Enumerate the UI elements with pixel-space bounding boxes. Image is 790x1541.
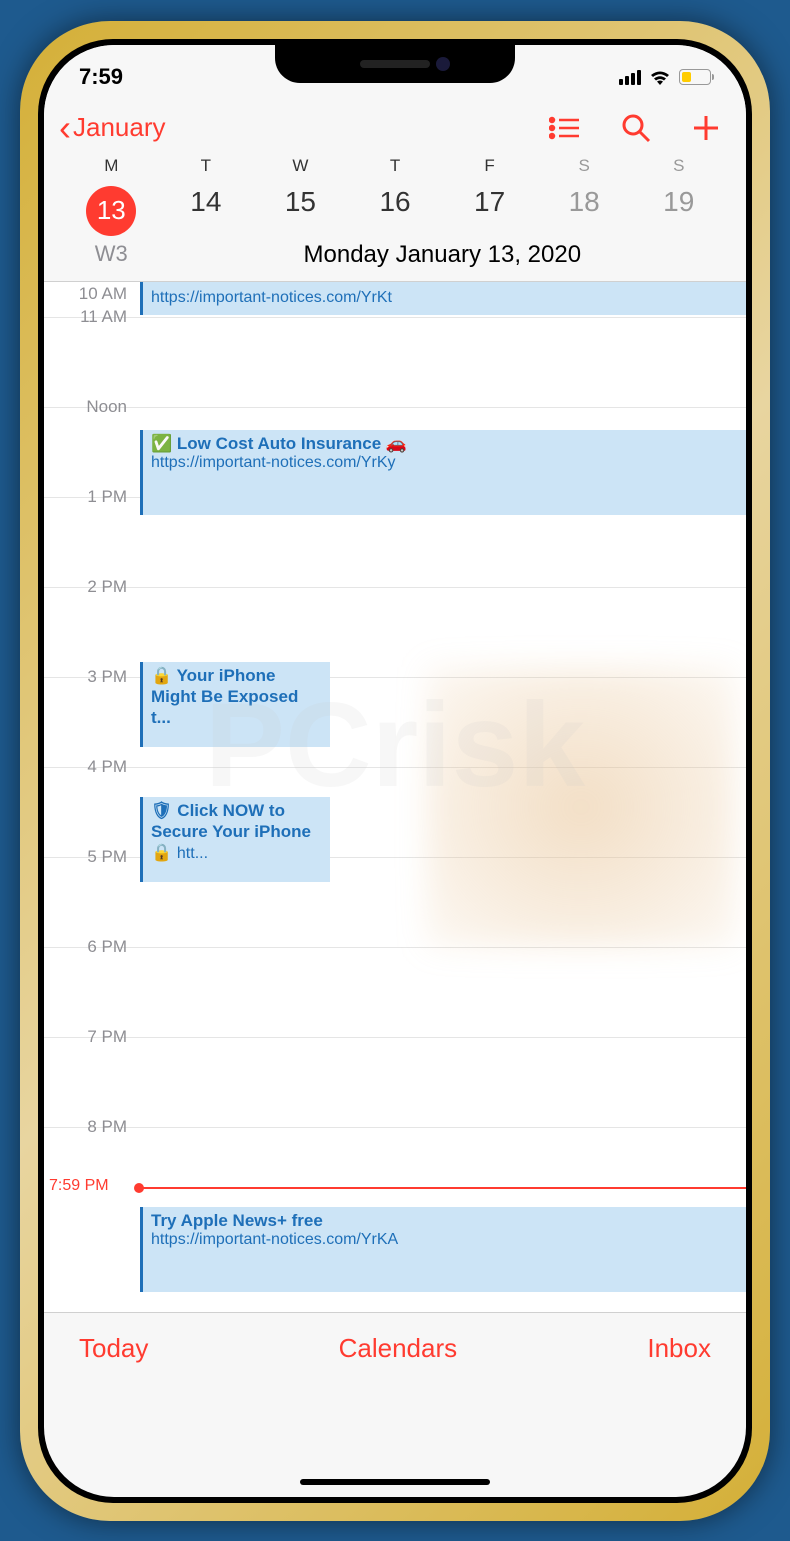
hour-label: 4 PM <box>44 757 139 857</box>
date-header: W3 Monday January 13, 2020 <box>44 241 746 281</box>
search-icon[interactable] <box>621 113 651 143</box>
hour-row: 6 PM <box>44 947 746 1037</box>
date-cell[interactable]: 14 <box>159 186 254 236</box>
hour-label: 7 PM <box>44 1027 139 1127</box>
current-time-indicator <box>139 1187 746 1189</box>
wifi-icon <box>649 69 671 85</box>
calendars-button[interactable]: Calendars <box>339 1333 458 1364</box>
hour-row: 7 PM <box>44 1037 746 1127</box>
hour-label: Noon <box>44 397 139 497</box>
date-cell[interactable]: 17 <box>442 186 537 236</box>
header-actions <box>549 113 721 143</box>
weekday-label: F <box>442 156 537 176</box>
calendar-event[interactable]: Try Apple News+ free https://important-n… <box>140 1207 746 1292</box>
notch <box>275 45 515 83</box>
week-number: W3 <box>64 241 159 269</box>
event-title: 🛡 Click NOW to Secure Your iPhone 🔒 <box>151 801 311 863</box>
bottom-toolbar: Today Calendars Inbox <box>44 1312 746 1384</box>
event-title: 🔒 Your iPhone Might Be Exposed t... <box>151 665 322 729</box>
date-cell[interactable]: 15 <box>253 186 348 236</box>
schedule-view[interactable]: PCrisk 10 AM 11 AM Noon 1 PM <box>44 282 746 1312</box>
weekday-label: S <box>537 156 632 176</box>
back-button[interactable]: ‹ January <box>59 110 166 146</box>
weekday-label: M <box>64 156 159 176</box>
weekday-label: S <box>631 156 726 176</box>
event-url: https://important-notices.com/YrKt <box>151 289 738 307</box>
hour-label: 2 PM <box>44 577 139 677</box>
event-url: htt... <box>177 845 208 862</box>
phone-bezel: 7:59 ‹ <box>38 39 752 1503</box>
hour-row: 8 PM <box>44 1127 746 1217</box>
date-cell-selected[interactable]: 13 <box>64 186 159 236</box>
date-cell[interactable]: 16 <box>348 186 443 236</box>
event-title: ✅ Low Cost Auto Insurance 🚗 <box>151 433 738 454</box>
event-url: https://important-notices.com/YrKA <box>151 1231 738 1249</box>
weekday-label: T <box>159 156 254 176</box>
weekday-row: M T W T F S S <box>44 156 746 176</box>
hour-label: 3 PM <box>44 667 139 767</box>
screen: 7:59 ‹ <box>44 45 746 1497</box>
chevron-left-icon: ‹ <box>59 110 71 146</box>
battery-icon <box>679 69 711 85</box>
hour-label: 11 AM <box>44 307 139 407</box>
inbox-button[interactable]: Inbox <box>647 1333 711 1364</box>
selected-date: 13 <box>86 186 136 236</box>
weekday-label: W <box>253 156 348 176</box>
event-url: https://important-notices.com/YrKy <box>151 454 738 472</box>
back-label: January <box>73 112 166 143</box>
home-indicator[interactable] <box>300 1479 490 1485</box>
full-date-label: Monday January 13, 2020 <box>159 241 726 269</box>
calendar-event[interactable]: 🔒 Your iPhone Might Be Exposed t... <box>140 662 330 747</box>
date-cell[interactable]: 18 <box>537 186 632 236</box>
phone-frame: 7:59 ‹ <box>20 21 770 1521</box>
calendar-event[interactable]: https://important-notices.com/YrKt <box>140 282 746 315</box>
hour-label: 6 PM <box>44 937 139 1037</box>
today-button[interactable]: Today <box>79 1333 148 1364</box>
hour-label: 1 PM <box>44 487 139 587</box>
date-cell[interactable]: 19 <box>631 186 726 236</box>
hour-label: 5 PM <box>44 847 139 947</box>
calendar-event[interactable]: ✅ Low Cost Auto Insurance 🚗 https://impo… <box>140 430 746 515</box>
hour-label: 8 PM <box>44 1117 139 1217</box>
current-time-label: 7:59 PM <box>49 1177 109 1195</box>
add-icon[interactable] <box>691 113 721 143</box>
status-icons <box>619 69 711 85</box>
list-view-icon[interactable] <box>549 116 581 140</box>
dates-row: 13 14 15 16 17 18 19 <box>44 176 746 241</box>
calendar-event[interactable]: 🛡 Click NOW to Secure Your iPhone 🔒 htt.… <box>140 797 330 882</box>
hour-row: 11 AM <box>44 317 746 407</box>
event-title: Try Apple News+ free <box>151 1210 738 1231</box>
weekday-label: T <box>348 156 443 176</box>
signal-icon <box>619 70 641 85</box>
nav-header: ‹ January <box>44 100 746 156</box>
clock-time: 7:59 <box>79 64 123 90</box>
